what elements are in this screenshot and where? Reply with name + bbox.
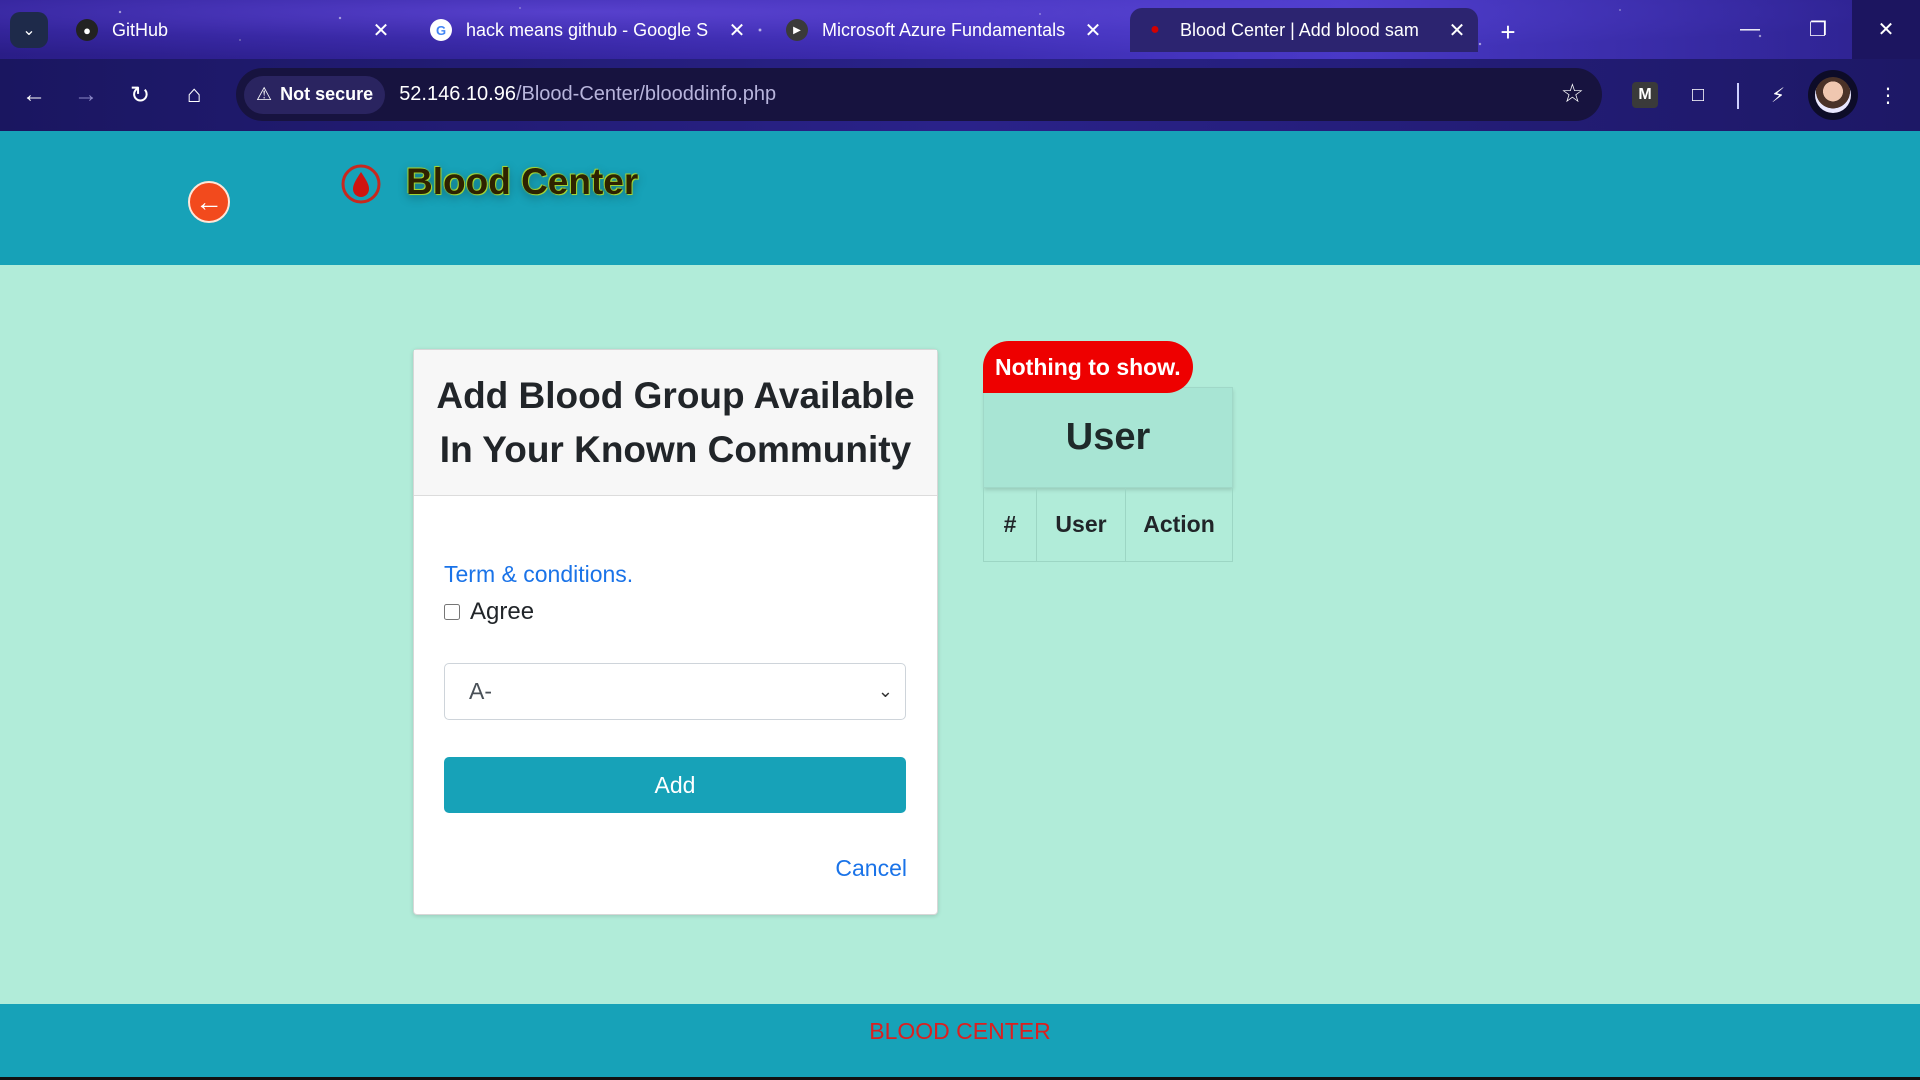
column-header-number: #: [983, 487, 1037, 562]
plus-icon: +: [1500, 16, 1516, 47]
close-tab-icon[interactable]: ✕: [1078, 18, 1108, 43]
user-table: User # User Action: [983, 387, 1233, 562]
github-icon: ●: [76, 19, 98, 41]
agree-label: Agree: [470, 598, 535, 625]
user-table-title: User: [983, 387, 1233, 488]
tab-title: hack means github - Google S: [466, 19, 709, 40]
terms-link[interactable]: Term & conditions.: [444, 561, 633, 588]
close-icon: ✕: [1877, 19, 1895, 41]
new-tab-button[interactable]: +: [1490, 14, 1526, 50]
minimize-icon: —: [1740, 18, 1760, 40]
arrow-right-icon: →: [74, 81, 98, 108]
chevron-down-icon: ⌄: [877, 681, 893, 701]
home-icon: ⌂: [186, 81, 202, 108]
tab-blood-center[interactable]: ● Blood Center | Add blood sam ✕: [1130, 8, 1478, 52]
restore-icon: ❐: [1809, 19, 1827, 41]
blood-group-select[interactable]: A- ⌄: [444, 663, 906, 720]
forward-nav-button[interactable]: →: [66, 75, 106, 115]
back-nav-button[interactable]: ←: [14, 75, 54, 115]
add-button[interactable]: Add: [444, 757, 906, 813]
column-header-action: Action: [1125, 487, 1233, 562]
browser-toolbar: ← → ↻ ⌂ ⚠ Not secure 52.146.10.96/Blood-…: [0, 59, 1920, 131]
tab-title: Microsoft Azure Fundamentals: [822, 19, 1066, 40]
arrow-left-icon: ←: [195, 186, 223, 217]
blood-group-value: A-: [469, 678, 492, 704]
column-header-user: User: [1036, 487, 1126, 562]
chevron-down-icon: ⌄: [22, 22, 36, 39]
toolbar-divider: [1737, 83, 1739, 109]
google-icon: G: [430, 19, 452, 41]
close-tab-icon[interactable]: ✕: [1442, 18, 1472, 43]
home-button[interactable]: ⌂: [174, 75, 214, 115]
tab-github[interactable]: ● GitHub ✕: [62, 8, 402, 52]
tab-title: GitHub: [112, 19, 169, 40]
url-path: /Blood-Center/blooddinfo.php: [515, 83, 777, 105]
site-footer: BLOOD CENTER: [0, 1004, 1920, 1080]
browser-tab-strip: ⌄ ● GitHub ✕ G hack means github - Googl…: [0, 0, 1920, 59]
youtube-icon: ▶: [786, 19, 808, 41]
url-host: 52.146.10.96: [399, 83, 516, 105]
back-button[interactable]: ←: [188, 181, 230, 223]
tab-azure-fundamentals[interactable]: ▶ Microsoft Azure Fundamentals ✕: [772, 8, 1114, 52]
agree-checkbox[interactable]: [444, 604, 460, 620]
address-bar[interactable]: ⚠ Not secure 52.146.10.96/Blood-Center/b…: [236, 68, 1602, 121]
user-table-header-row: # User Action: [983, 487, 1233, 562]
extension-m-icon[interactable]: M: [1632, 82, 1658, 108]
profile-avatar[interactable]: [1808, 70, 1858, 120]
tab-google-search[interactable]: G hack means github - Google S ✕: [416, 8, 758, 52]
blood-drop-icon: ●: [1150, 21, 1160, 38]
tab-search-button[interactable]: ⌄: [10, 12, 48, 48]
security-label: Not secure: [280, 84, 374, 104]
window-controls: — ❐ ✕: [1716, 0, 1920, 59]
card-title: Add Blood Group Available In Your Known …: [414, 350, 937, 496]
performance-icon[interactable]: ⚡: [1758, 75, 1798, 115]
menu-kebab-icon[interactable]: ⋮: [1868, 75, 1908, 115]
blood-drop-logo-icon: [341, 164, 381, 204]
close-window-button[interactable]: ✕: [1852, 0, 1920, 59]
close-tab-icon[interactable]: ✕: [722, 18, 752, 43]
bookmark-star-icon[interactable]: ☆: [1561, 78, 1584, 109]
empty-state-badge: Nothing to show.: [983, 341, 1193, 393]
restore-button[interactable]: ❐: [1784, 0, 1852, 59]
warning-icon: ⚠: [256, 84, 273, 104]
security-chip[interactable]: ⚠ Not secure: [244, 75, 386, 114]
brand-title[interactable]: Blood Center: [406, 161, 638, 203]
avatar-photo: [1815, 77, 1851, 113]
extensions-puzzle-icon[interactable]: □: [1678, 75, 1718, 115]
footer-text: BLOOD CENTER: [869, 1018, 1051, 1044]
agree-row[interactable]: Agree: [444, 598, 534, 626]
tab-title: Blood Center | Add blood sam: [1180, 19, 1419, 40]
minimize-button[interactable]: —: [1716, 0, 1784, 59]
reload-button[interactable]: ↻: [120, 75, 160, 115]
arrow-left-icon: ←: [22, 81, 46, 108]
reload-icon: ↻: [129, 81, 151, 109]
add-blood-group-card: Add Blood Group Available In Your Known …: [413, 349, 938, 915]
url-text[interactable]: 52.146.10.96/Blood-Center/blooddinfo.php: [399, 83, 776, 106]
site-header: ← Blood Center: [0, 131, 1920, 265]
close-tab-icon[interactable]: ✕: [366, 18, 396, 43]
cancel-link[interactable]: Cancel: [835, 855, 907, 882]
